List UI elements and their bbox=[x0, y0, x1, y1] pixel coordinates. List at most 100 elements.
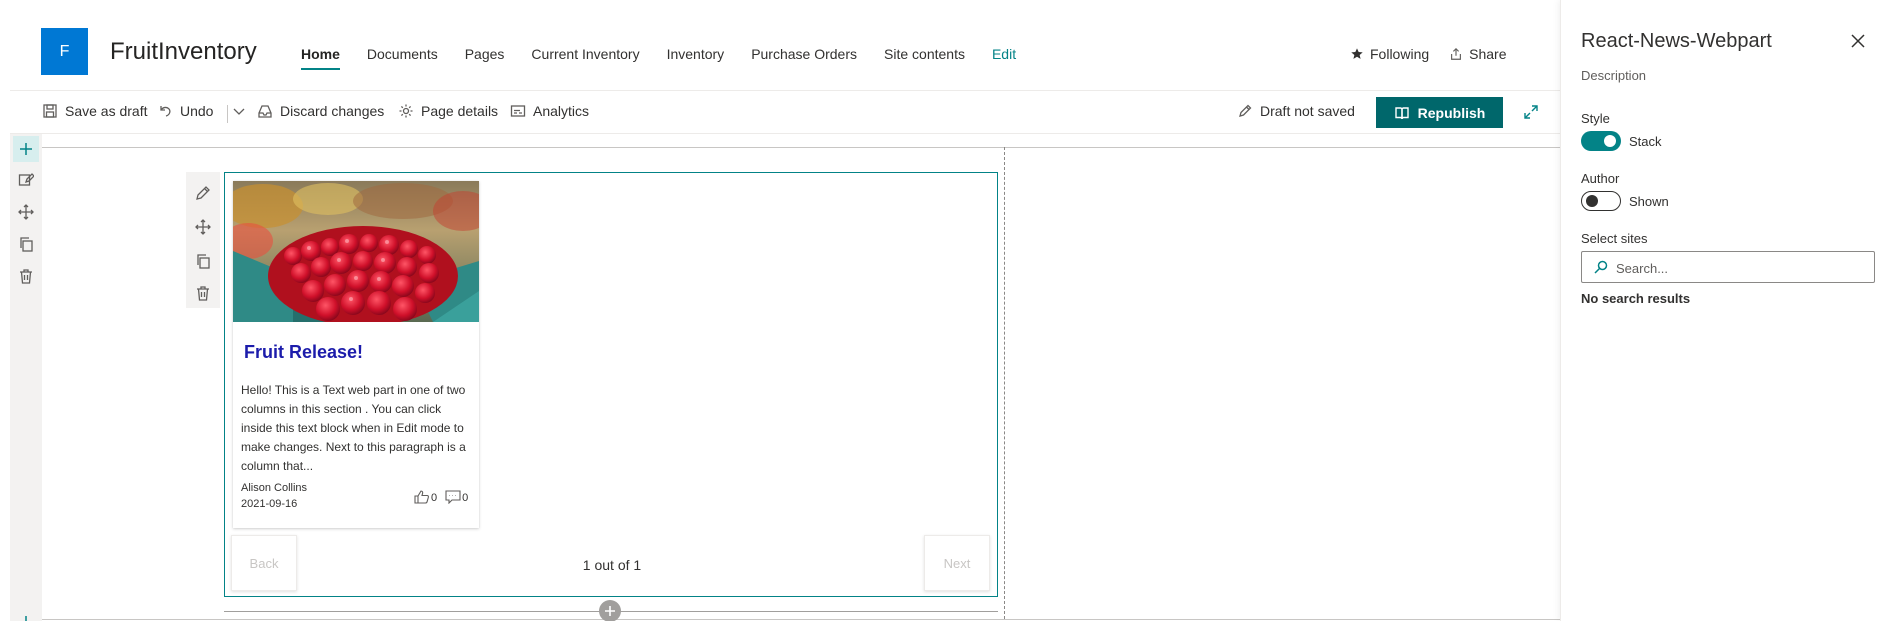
no-search-results: No search results bbox=[1581, 291, 1691, 306]
nav-item-current-inventory[interactable]: Current Inventory bbox=[531, 46, 639, 70]
analytics-label: Analytics bbox=[533, 103, 590, 119]
page-details-button[interactable]: Page details bbox=[398, 103, 498, 119]
gear-icon bbox=[399, 104, 413, 118]
copy-icon bbox=[197, 254, 210, 269]
section-toolbar bbox=[10, 134, 42, 621]
draft-status-label: Draft not saved bbox=[1260, 103, 1355, 119]
undo-label: Undo bbox=[180, 103, 214, 119]
news-social-stats: 0 0 bbox=[414, 490, 468, 504]
fruit-market-image bbox=[233, 181, 479, 322]
pager-count: 1 out of 1 bbox=[582, 557, 642, 573]
share-button[interactable]: Share bbox=[1449, 46, 1507, 62]
close-pane-button[interactable] bbox=[1851, 34, 1865, 53]
following-button[interactable]: Following bbox=[1350, 46, 1429, 62]
move-icon bbox=[18, 204, 34, 220]
news-date: 2021-09-16 bbox=[241, 498, 298, 510]
property-pane-description: Description bbox=[1581, 68, 1647, 83]
close-icon bbox=[1851, 34, 1865, 48]
like-button[interactable]: 0 bbox=[414, 490, 437, 504]
author-toggle[interactable] bbox=[1581, 191, 1621, 211]
nav-item-site-contents[interactable]: Site contents bbox=[884, 46, 965, 70]
share-icon bbox=[1451, 47, 1462, 60]
save-icon bbox=[43, 104, 57, 118]
page-details-label: Page details bbox=[421, 103, 499, 119]
analytics-button[interactable]: Analytics bbox=[510, 103, 589, 119]
plus-icon bbox=[25, 616, 27, 621]
plus-icon bbox=[605, 606, 615, 616]
site-search-box[interactable] bbox=[1581, 251, 1875, 283]
column-divider bbox=[1004, 147, 1005, 619]
news-author: Alison Collins bbox=[241, 482, 308, 494]
select-sites-label: Select sites bbox=[1581, 231, 1648, 246]
undo-icon bbox=[160, 106, 171, 117]
move-icon bbox=[195, 219, 211, 235]
discard-changes-button[interactable]: Discard changes bbox=[257, 103, 384, 119]
edit-command-bar: Save as draft Undo Discard changes Page … bbox=[10, 90, 1560, 134]
nav-item-pages[interactable]: Pages bbox=[465, 46, 505, 70]
expand-icon bbox=[1524, 105, 1538, 119]
pencil-icon bbox=[1239, 104, 1252, 117]
expand-button[interactable] bbox=[1522, 103, 1540, 126]
save-as-draft-label: Save as draft bbox=[65, 103, 148, 119]
like-count: 0 bbox=[431, 492, 438, 504]
republish-button[interactable]: Republish bbox=[1376, 97, 1503, 128]
discard-icon bbox=[258, 105, 272, 118]
add-section-top-button[interactable] bbox=[13, 136, 39, 162]
news-body: Hello! This is a Text web part in one of… bbox=[241, 383, 466, 473]
edit-section-icon bbox=[18, 173, 34, 186]
save-as-draft-button[interactable]: Save as draft bbox=[42, 103, 148, 119]
section-border-bottom bbox=[42, 619, 1560, 620]
add-section-bottom-button[interactable] bbox=[16, 612, 36, 621]
copy-icon bbox=[20, 237, 33, 252]
style-toggle[interactable] bbox=[1581, 131, 1621, 151]
section-border-top bbox=[42, 147, 1560, 148]
news-title[interactable]: Fruit Release! bbox=[244, 342, 363, 363]
move-webpart-button[interactable] bbox=[194, 218, 212, 236]
style-label: Style bbox=[1581, 111, 1610, 126]
news-card[interactable]: Fruit Release! Hello! This is a Text web… bbox=[233, 181, 479, 528]
trash-icon bbox=[197, 286, 209, 301]
site-search-input[interactable] bbox=[1616, 258, 1866, 278]
draft-status: Draft not saved bbox=[1237, 103, 1355, 119]
nav-item-home[interactable]: Home bbox=[301, 46, 340, 70]
style-toggle-text: Stack bbox=[1629, 134, 1662, 149]
book-icon bbox=[1394, 106, 1409, 119]
next-button[interactable]: Next bbox=[924, 535, 990, 591]
add-webpart-button[interactable] bbox=[599, 600, 621, 621]
sharepoint-page-editor: F FruitInventory Home Documents Pages Cu… bbox=[0, 0, 1884, 621]
republish-label: Republish bbox=[1417, 104, 1486, 121]
nav-edit-link[interactable]: Edit bbox=[992, 46, 1016, 70]
property-pane-title: React-News-Webpart bbox=[1581, 30, 1772, 52]
plus-icon bbox=[20, 143, 32, 155]
site-logo[interactable]: F bbox=[41, 28, 88, 75]
nav-item-purchase-orders[interactable]: Purchase Orders bbox=[751, 46, 857, 70]
move-section-button[interactable] bbox=[16, 202, 36, 222]
pencil-icon bbox=[196, 186, 210, 200]
comment-count: 0 bbox=[462, 492, 469, 504]
news-webpart[interactable]: Fruit Release! Hello! This is a Text web… bbox=[224, 172, 998, 597]
delete-webpart-button[interactable] bbox=[194, 284, 212, 302]
analytics-icon bbox=[510, 105, 526, 117]
command-separator bbox=[227, 105, 228, 123]
discard-changes-label: Discard changes bbox=[280, 103, 385, 119]
undo-button[interactable]: Undo bbox=[157, 103, 213, 119]
site-title[interactable]: FruitInventory bbox=[110, 38, 257, 66]
duplicate-section-button[interactable] bbox=[16, 234, 36, 254]
following-label: Following bbox=[1370, 46, 1430, 62]
undo-dropdown-button[interactable] bbox=[231, 103, 247, 119]
share-label: Share bbox=[1469, 46, 1507, 62]
edit-section-button[interactable] bbox=[16, 170, 36, 190]
toggle-knob bbox=[1604, 135, 1616, 147]
property-pane: React-News-Webpart Description Style Sta… bbox=[1560, 0, 1884, 621]
author-label: Author bbox=[1581, 171, 1620, 186]
delete-section-button[interactable] bbox=[16, 266, 36, 286]
author-toggle-text: Shown bbox=[1629, 194, 1669, 209]
comment-icon bbox=[445, 490, 461, 504]
nav-item-inventory[interactable]: Inventory bbox=[667, 46, 725, 70]
comment-button[interactable]: 0 bbox=[445, 490, 468, 504]
chevron-down-icon bbox=[233, 108, 245, 115]
edit-webpart-button[interactable] bbox=[194, 184, 212, 202]
nav-item-documents[interactable]: Documents bbox=[367, 46, 438, 70]
duplicate-webpart-button[interactable] bbox=[194, 252, 212, 270]
news-image[interactable] bbox=[233, 181, 479, 322]
